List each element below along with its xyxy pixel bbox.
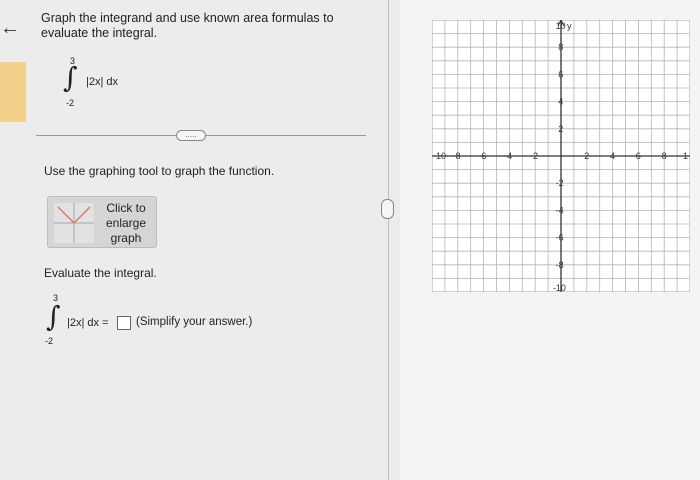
integrand: |2x| dx <box>86 76 119 88</box>
instructions-text: Graph the integrand and use known area f… <box>41 11 334 40</box>
x-tick-label: 6 <box>636 151 641 161</box>
y-tick-label: -4 <box>556 205 564 215</box>
y-axis-label: y <box>567 21 572 31</box>
y-tick-label: 8 <box>558 42 563 52</box>
x-tick-label: 2 <box>584 151 589 161</box>
y-tick-label: -6 <box>556 233 564 243</box>
simplify-hint: (Simplify your answer.) <box>136 316 253 328</box>
graph-prompt: Use the graphing tool to graph the funct… <box>44 164 275 178</box>
question-pane: ← Graph the integrand and use known area… <box>0 0 380 480</box>
arrow-left-icon[interactable]: ← <box>0 18 20 38</box>
y-tick-label: 2 <box>558 124 563 134</box>
x-tick-label: -2 <box>530 151 538 161</box>
graphing-tool[interactable]: y -10 -8 -6 -4 -2 2 4 6 8 1 10 8 6 4 2 -2 -4 -6 -8 -10 <box>432 20 690 292</box>
y-tick-label: 4 <box>558 97 563 107</box>
y-tick-label: -8 <box>556 260 564 270</box>
expand-more-button[interactable]: ..... <box>176 130 206 141</box>
x-tick-label: -8 <box>453 151 461 161</box>
enlarge-graph-button[interactable]: Click to enlarge graph <box>47 196 157 248</box>
x-tick-label: 1 <box>683 151 688 161</box>
x-tick-label: 8 <box>662 151 667 161</box>
x-tick-label: -6 <box>478 151 486 161</box>
y-tick-label: 10 <box>556 21 566 31</box>
y-tick-label: -2 <box>556 178 564 188</box>
coordinate-grid[interactable]: y -10 -8 -6 -4 -2 2 4 6 8 1 10 8 6 4 2 -2 -4 -6 -8 -10 <box>432 20 690 292</box>
evaluate-heading: Evaluate the integral. <box>44 266 157 280</box>
pane-divider <box>388 0 389 480</box>
answer-integral-sign: ∫ <box>46 300 61 333</box>
x-tick-label: 4 <box>610 151 615 161</box>
y-tick-label: 6 <box>558 69 563 79</box>
lower-limit: -2 <box>66 98 75 108</box>
x-tick-label: -4 <box>504 151 512 161</box>
answer-input[interactable] <box>117 316 131 330</box>
y-tick-label: -10 <box>553 283 566 292</box>
answer-integrand: |2x| dx = <box>67 317 109 329</box>
graph-thumbnail-icon <box>54 203 94 243</box>
answer-lower-limit: -2 <box>45 336 54 346</box>
pane-toggle-button[interactable] <box>381 199 394 219</box>
side-accent-bar <box>0 62 26 122</box>
x-tick-label: -10 <box>433 151 446 161</box>
enlarge-graph-label: Click to enlarge graph <box>105 201 147 245</box>
integral-sign: ∫ <box>63 61 78 94</box>
